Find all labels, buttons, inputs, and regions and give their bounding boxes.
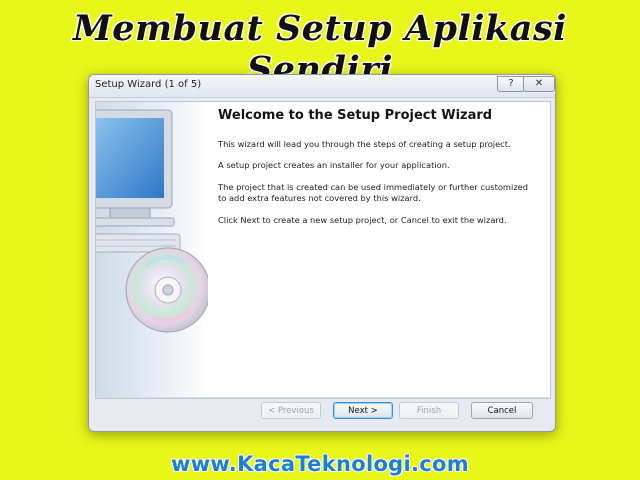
wizard-paragraph-customize: The project that is created can be used … (218, 182, 529, 203)
setup-wizard-window: Setup Wizard (1 of 5) ? ✕ Welcome to the… (88, 74, 556, 432)
finish-button[interactable]: Finish (399, 402, 459, 419)
wizard-paragraph-next: Click Next to create a new setup project… (218, 215, 507, 225)
window-title: Setup Wizard (1 of 5) (95, 79, 202, 90)
wizard-page: Welcome to the Setup Project Wizard This… (95, 101, 551, 399)
close-icon: ✕ (534, 78, 544, 89)
wizard-paragraph-installer: A setup project creates an installer for… (218, 160, 450, 170)
help-icon: ? (508, 78, 514, 89)
computer-cd-illustration (96, 109, 208, 333)
help-button[interactable]: ? (497, 76, 525, 92)
cancel-button[interactable]: Cancel (471, 402, 533, 419)
wizard-heading: Welcome to the Setup Project Wizard (218, 108, 493, 123)
wizard-side-image (96, 102, 208, 398)
next-button[interactable]: Next > (333, 402, 393, 419)
footer-separator (95, 397, 549, 398)
title-bar[interactable]: Setup Wizard (1 of 5) ? ✕ (89, 75, 555, 98)
site-watermark: www.KacaTeknologi.com (171, 452, 469, 476)
previous-button[interactable]: < Previous (261, 402, 321, 419)
close-button[interactable]: ✕ (523, 76, 555, 92)
wizard-paragraph-intro: This wizard will lead you through the st… (218, 139, 511, 149)
